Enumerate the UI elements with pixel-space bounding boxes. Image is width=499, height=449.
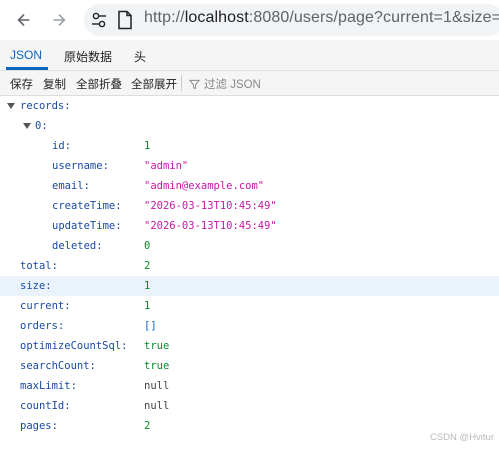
tree-row: pages: 2 [0,416,499,436]
json-value: 0 [144,240,151,252]
filter-icon [189,79,200,89]
json-key: maxLimit: [20,380,77,392]
json-key: createTime: [52,200,122,212]
collapse-all-button[interactable]: 全部折叠 [76,76,122,92]
url-scheme: http:// [144,9,185,26]
json-value: 1 [144,140,151,152]
viewer-tabs: JSON 原始数据 头 [0,40,499,71]
tab-raw-data[interactable]: 原始数据 [64,48,112,65]
json-value: "2026-03-13T10:45:49" [144,200,277,212]
browser-toolbar: http://localhost:8080/users/page?current… [0,0,499,40]
json-key: total: [20,260,58,272]
json-toolbar: 保存 复制 全部折叠 全部展开 过滤 JSON [0,71,499,96]
json-key: updateTime: [52,220,122,232]
json-key: searchCount: [20,360,96,372]
json-value: "admin" [144,160,189,172]
tab-json[interactable]: JSON [10,48,42,62]
filter-placeholder: 过滤 JSON [204,79,261,91]
json-value: "admin@example.com" [144,180,265,192]
json-value: "2026-03-13T10:45:49" [144,220,277,232]
tree-row: total: 2 [0,256,499,276]
save-button[interactable]: 保存 [10,76,33,92]
tree-row-highlighted: size: 1 [0,276,499,296]
json-value: 2 [144,260,151,272]
tree-row: maxLimit: null [0,376,499,396]
tree-row: searchCount: true [0,356,499,376]
expand-all-button[interactable]: 全部展开 [131,76,177,92]
json-key: current: [20,300,71,312]
json-value: null [144,400,170,412]
json-value: null [144,380,170,392]
json-value: 1 [144,300,151,312]
tune-icon[interactable] [90,11,108,29]
json-value: 2 [144,420,151,432]
filter-json-input[interactable]: 过滤 JSON [189,76,261,92]
tab-headers[interactable]: 头 [134,48,146,65]
json-key: 0: [35,120,48,132]
forward-button[interactable] [49,10,69,30]
json-key: size: [20,280,52,292]
json-key: id: [52,140,71,152]
tree-row-item-0[interactable]: 0: [0,116,499,136]
json-key: deleted: [52,240,103,252]
back-button[interactable] [14,10,34,30]
url-text[interactable]: http://localhost:8080/users/page?current… [144,9,499,27]
json-key: records: [20,100,71,112]
json-key: countId: [20,400,71,412]
json-value: 1 [144,280,151,292]
json-key: username: [52,160,109,172]
json-value: [] [144,320,157,332]
tree-row: countId: null [0,396,499,416]
json-key: pages: [20,420,58,432]
tree-row-records[interactable]: records: [0,96,499,116]
active-tab-indicator [6,67,48,70]
expand-triangle-icon[interactable] [23,123,31,129]
url-host: localhost [184,9,249,26]
json-key: orders: [20,320,65,332]
tree-row: orders: [] [0,316,499,336]
tree-row: updateTime: "2026-03-13T10:45:49" [0,216,499,236]
expand-triangle-icon[interactable] [7,103,15,109]
tree-row: current: 1 [0,296,499,316]
watermark: CSDN @Hvitur [429,432,494,443]
tree-row: username: "admin" [0,156,499,176]
back-arrow-icon [17,14,30,26]
tree-row: id: 1 [0,136,499,156]
tree-row: email: "admin@example.com" [0,176,499,196]
toolbar-divider [181,75,182,91]
copy-button[interactable]: 复制 [43,76,66,92]
json-key: optimizeCountSql: [20,340,128,352]
tree-row: deleted: 0 [0,236,499,256]
json-value: true [144,360,170,372]
forward-arrow-icon [53,14,66,26]
json-value: true [144,340,170,352]
tree-row: optimizeCountSql: true [0,336,499,356]
json-key: email: [52,180,90,192]
url-path: :8080/users/page?current=1&size=1 [248,9,499,26]
page-icon [118,10,132,30]
tree-row: createTime: "2026-03-13T10:45:49" [0,196,499,216]
